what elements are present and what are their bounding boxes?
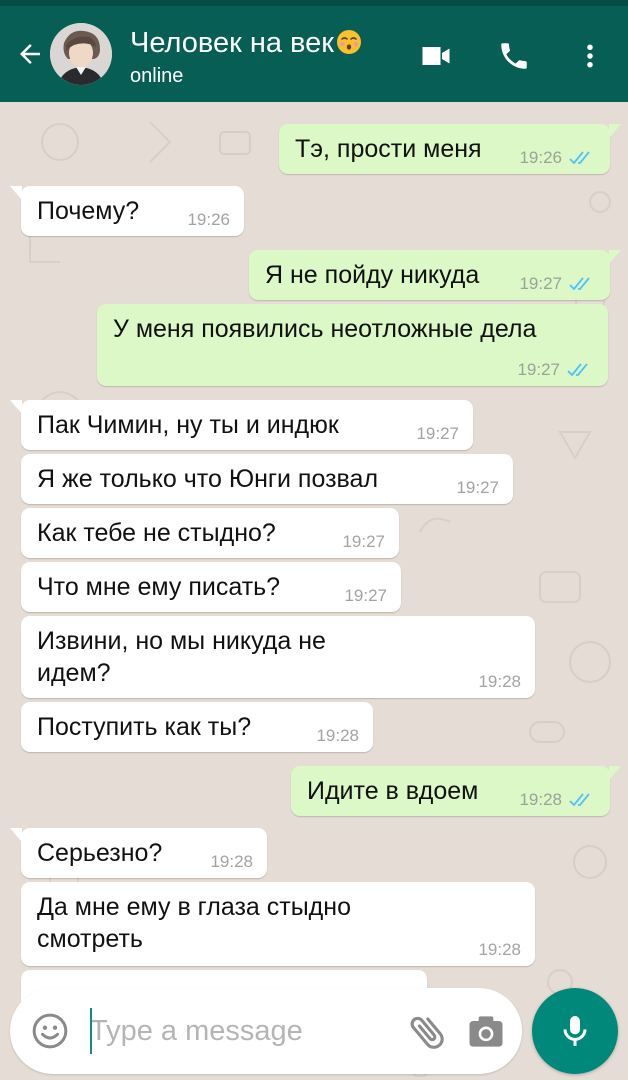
message-text: Пак Чимин, ну ты и индюк xyxy=(37,411,339,439)
phone-icon xyxy=(501,43,527,69)
more-options-button[interactable] xyxy=(566,32,614,80)
avatar-photo xyxy=(50,23,112,85)
read-ticks-icon xyxy=(569,793,590,807)
message-meta: 19:27 xyxy=(416,424,459,444)
message-meta: 19:28 xyxy=(210,852,253,872)
message-time: 19:27 xyxy=(519,274,562,293)
message-time: 19:28 xyxy=(478,672,521,691)
message-outgoing[interactable]: Тэ, прости меня 19:26 xyxy=(279,124,621,174)
arrow-left-icon xyxy=(20,44,40,64)
message-text: Что мне ему писать? xyxy=(37,573,281,601)
message-text: Идите в вдоем xyxy=(307,777,479,805)
contact-name[interactable]: Человек на век xyxy=(130,26,362,60)
message-incoming[interactable]: Как тебе не стыдно? 19:27 xyxy=(21,508,399,558)
message-text: Я же только что Юнги позвал xyxy=(37,465,379,493)
message-text: Почему? xyxy=(37,197,140,225)
message-text: Извини, но мы никуда не идем? xyxy=(37,627,326,687)
kissing-face-emoji-icon xyxy=(336,30,361,54)
message-incoming[interactable]: Что мне ему писать? 19:27 xyxy=(21,562,401,612)
read-ticks-icon xyxy=(569,277,590,291)
message-meta: 19:27 xyxy=(519,274,596,294)
message-incoming[interactable]: Серьезно? 19:28 xyxy=(10,828,267,878)
video-call-button[interactable] xyxy=(412,32,460,80)
emoji-button[interactable] xyxy=(30,1011,70,1051)
read-ticks-icon xyxy=(569,151,590,165)
voice-call-button[interactable] xyxy=(490,32,538,80)
paperclip-icon xyxy=(410,1016,444,1049)
message-text: Да мне ему в глаза стыдно смотреть xyxy=(37,893,351,953)
message-text: Как тебе не стыдно? xyxy=(37,519,276,547)
avatar[interactable] xyxy=(50,23,112,85)
message-incoming[interactable]: Почему? 19:26 xyxy=(10,186,244,236)
microphone-icon xyxy=(563,1016,587,1046)
read-ticks-icon xyxy=(567,363,588,377)
message-meta: 19:28 xyxy=(478,940,521,960)
message-incoming[interactable]: Да мне ему в глаза стыдно смотреть 19:28 xyxy=(21,882,535,966)
message-incoming[interactable]: Пак Чимин, ну ты и индюк 19:27 xyxy=(10,400,473,450)
camera-icon xyxy=(469,1016,503,1047)
message-meta: 19:28 xyxy=(316,726,359,746)
smiley-icon xyxy=(32,1013,68,1049)
voice-record-button[interactable] xyxy=(532,988,618,1074)
attach-button[interactable] xyxy=(406,1010,450,1054)
message-time: 19:27 xyxy=(456,478,499,497)
message-time: 19:28 xyxy=(316,726,359,745)
message-incoming[interactable]: Поступить как ты? 19:28 xyxy=(21,702,373,752)
video-camera-icon xyxy=(422,47,450,65)
message-meta: 19:28 xyxy=(519,790,596,810)
message-meta: 19:27 xyxy=(344,586,387,606)
message-time: 19:26 xyxy=(187,210,230,229)
text-cursor xyxy=(90,1008,92,1054)
message-time: 19:28 xyxy=(210,852,253,871)
message-incoming[interactable]: Извини, но мы никуда не идем? 19:28 xyxy=(21,616,535,698)
message-text: У меня появились неотложные дела xyxy=(113,315,537,343)
more-vertical-icon xyxy=(587,44,593,68)
message-incoming[interactable]: Я же только что Юнги позвал 19:27 xyxy=(21,454,513,504)
message-time: 19:28 xyxy=(478,940,521,959)
message-time: 19:27 xyxy=(517,360,560,379)
chat-area[interactable]: Тэ, прости меня 19:26 Почему? 19:26 Я не… xyxy=(0,102,628,1080)
message-time: 19:27 xyxy=(342,532,385,551)
message-meta: 19:27 xyxy=(517,360,594,380)
message-composer xyxy=(10,988,522,1074)
back-button[interactable] xyxy=(10,32,50,76)
message-text: Я не пойду никуда xyxy=(265,261,480,289)
message-text: Тэ, прости меня xyxy=(295,135,482,163)
message-time: 19:28 xyxy=(519,790,562,809)
message-meta: 19:27 xyxy=(342,532,385,552)
camera-button[interactable] xyxy=(464,1010,508,1054)
message-time: 19:27 xyxy=(344,586,387,605)
message-outgoing[interactable]: Идите в вдоем 19:28 xyxy=(291,766,621,816)
message-meta: 19:28 xyxy=(478,672,521,692)
message-input[interactable] xyxy=(90,1008,390,1054)
message-time: 19:27 xyxy=(416,424,459,443)
contact-status: online xyxy=(130,65,184,87)
message-text: Поступить как ты? xyxy=(37,713,252,741)
message-meta: 19:26 xyxy=(519,148,596,168)
chat-header: Человек на век online xyxy=(0,6,628,102)
message-outgoing[interactable]: Я не пойду никуда 19:27 xyxy=(249,250,621,300)
message-text: Серьезно? xyxy=(37,839,163,867)
message-outgoing[interactable]: У меня появились неотложные дела 19:27 xyxy=(97,304,608,386)
message-meta: 19:27 xyxy=(456,478,499,498)
contact-name-text: Человек на век xyxy=(130,27,334,59)
message-time: 19:26 xyxy=(519,148,562,167)
message-meta: 19:26 xyxy=(187,210,230,230)
